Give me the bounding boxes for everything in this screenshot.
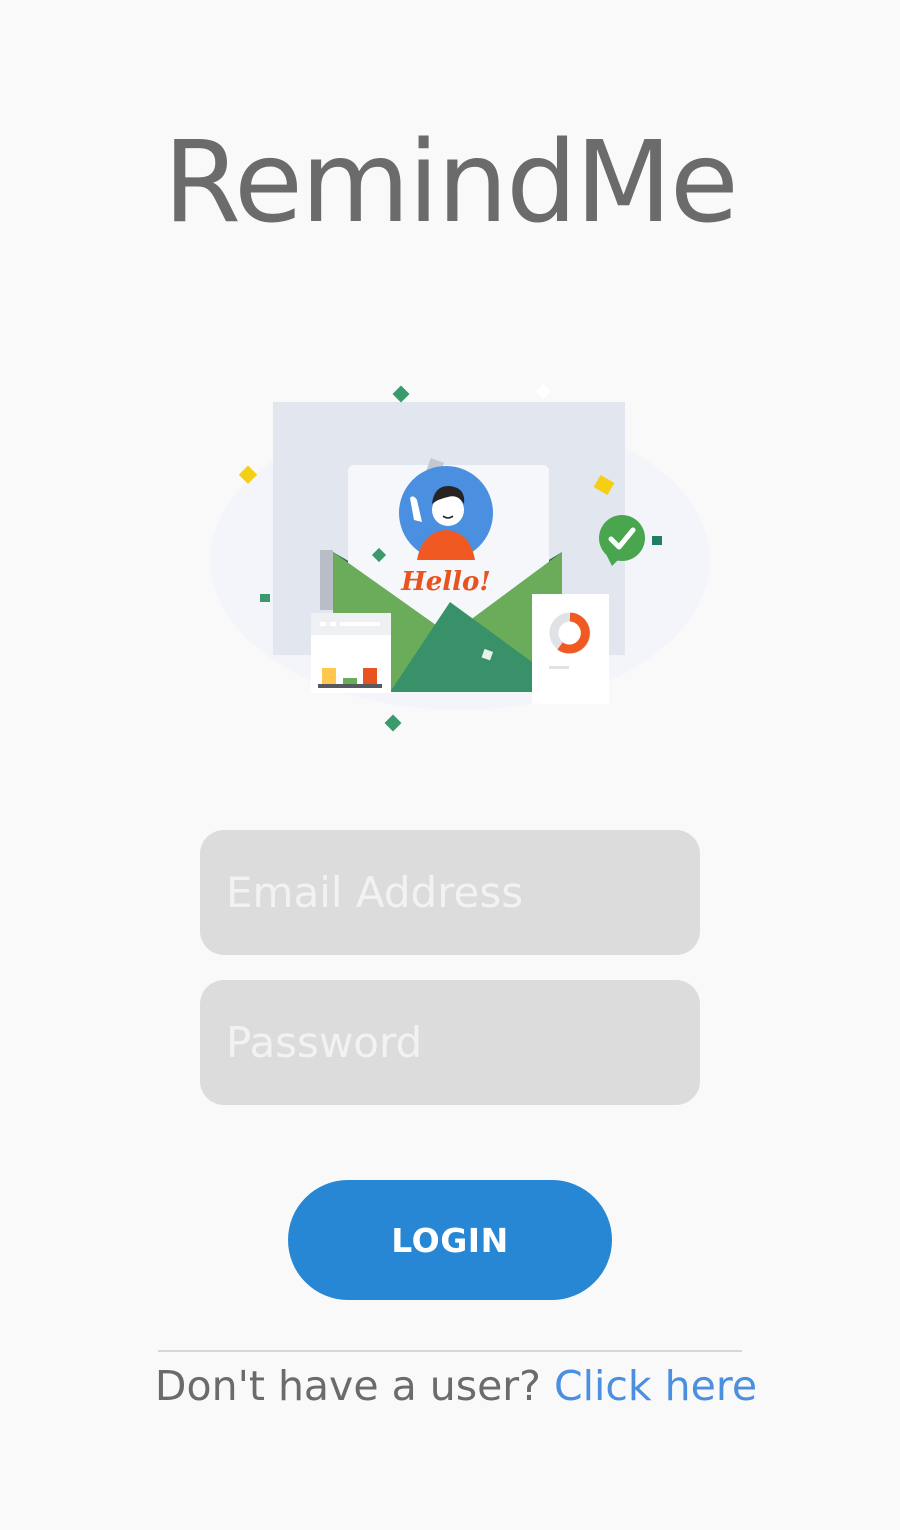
check-badge: [599, 515, 645, 561]
mini-card-line: [549, 666, 569, 669]
side-strip: [320, 550, 333, 610]
divider: [158, 1350, 742, 1352]
password-field[interactable]: [200, 980, 700, 1105]
signup-link[interactable]: Click here: [554, 1362, 757, 1410]
signup-prompt-text: Don't have a user?: [154, 1362, 554, 1410]
confetti-icon: [535, 383, 551, 400]
app-title: RemindMe: [163, 118, 739, 248]
mini-axis: [318, 684, 382, 688]
mini-bar: [322, 668, 336, 684]
email-field[interactable]: [200, 830, 700, 955]
confetti-icon: [260, 594, 270, 602]
confetti-icon: [392, 385, 410, 403]
mini-bar: [343, 678, 357, 684]
login-button[interactable]: LOGIN: [288, 1180, 612, 1300]
confetti-icon: [652, 536, 662, 545]
mini-card-dot: [330, 622, 336, 626]
mini-bar: [363, 668, 377, 684]
signup-prompt: Don't have a user? Click here: [0, 1356, 900, 1416]
confetti-icon: [384, 714, 402, 732]
greeting-text: Hello!: [400, 567, 491, 597]
hello-envelope-illustration: Hello!: [210, 383, 710, 732]
mini-card-dot: [320, 622, 326, 626]
mini-card-line: [340, 622, 380, 626]
